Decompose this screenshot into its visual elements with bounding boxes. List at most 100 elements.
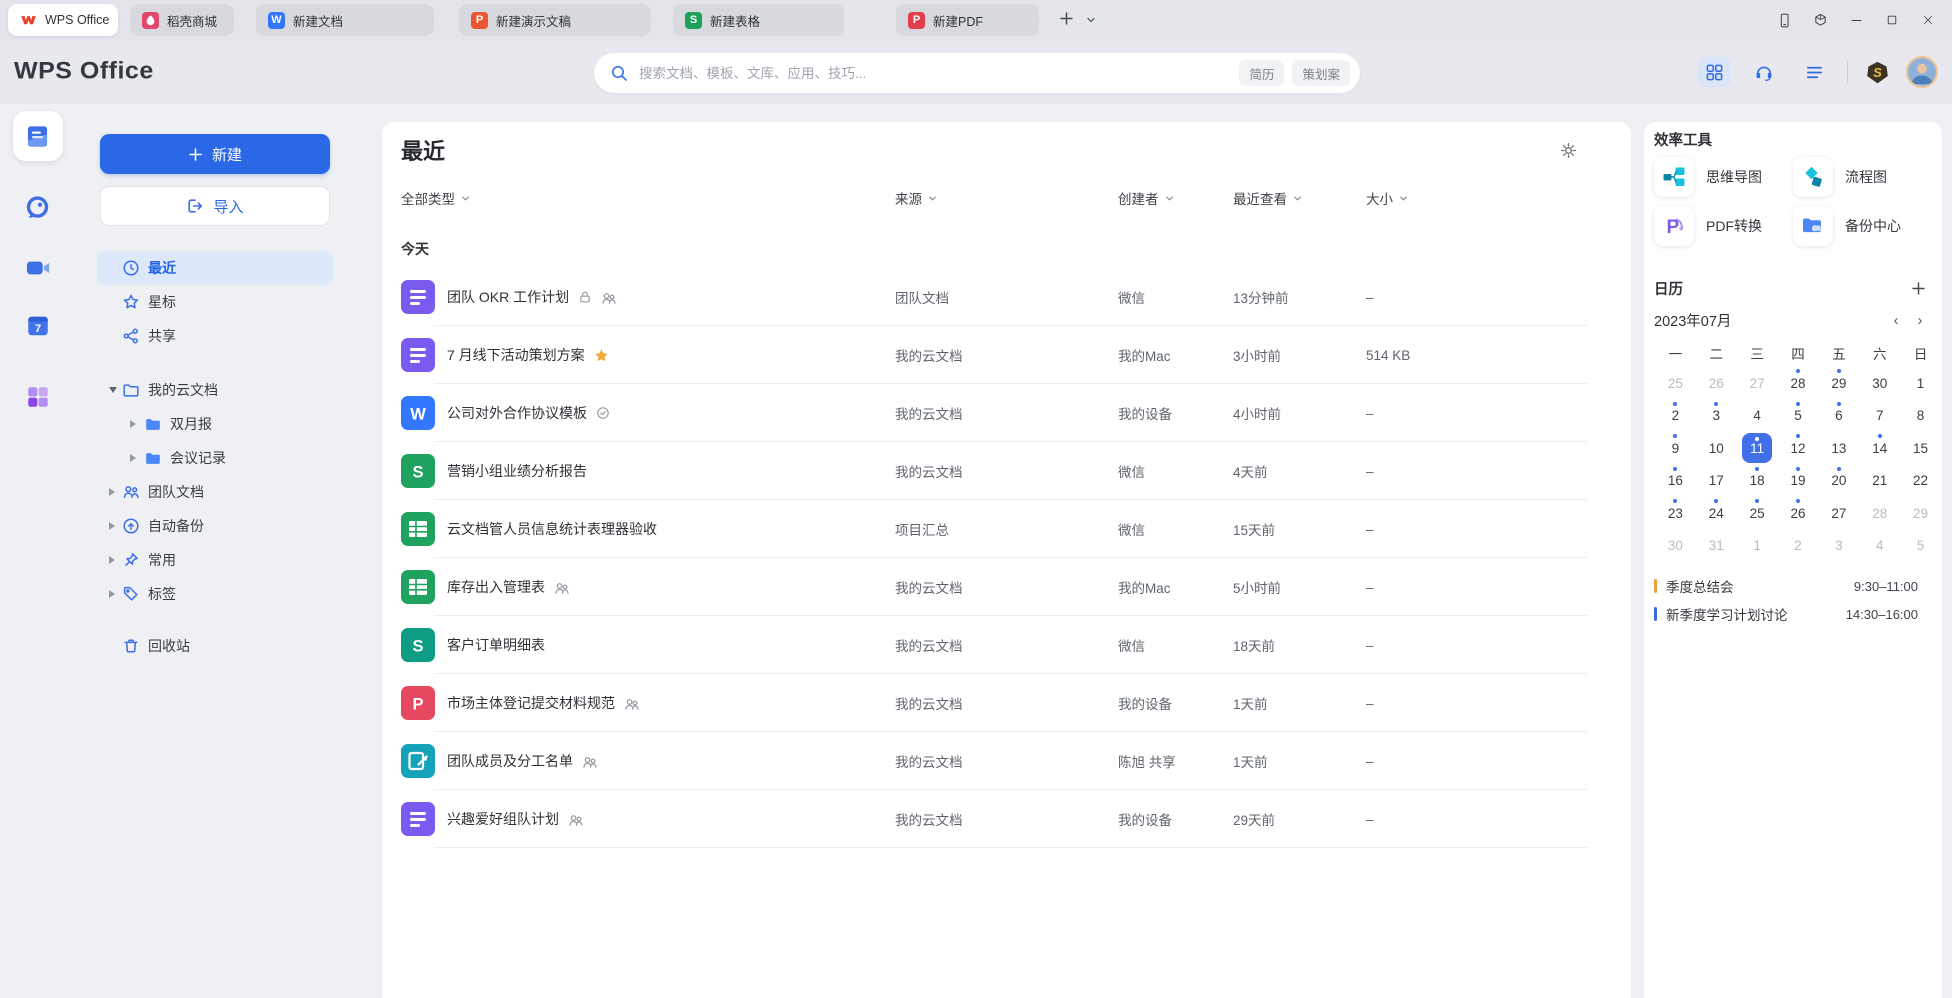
- calendar-day[interactable]: 18: [1737, 465, 1778, 498]
- calendar-day[interactable]: 30: [1655, 530, 1696, 563]
- tab-presentation[interactable]: P新建演示文稿: [459, 4, 651, 36]
- member-badge[interactable]: S: [1864, 59, 1890, 85]
- calendar-day[interactable]: 29: [1900, 497, 1941, 530]
- minimize-button[interactable]: [1838, 0, 1874, 40]
- sidebar-item[interactable]: 星标: [97, 285, 333, 319]
- rail-item-meeting[interactable]: [13, 243, 63, 293]
- file-row[interactable]: 云文档管人员信息统计表理器验收项目汇总微信15天前–: [382, 500, 1631, 558]
- support-headset-button[interactable]: [1747, 57, 1781, 87]
- search-input[interactable]: [637, 65, 1231, 82]
- search-bar[interactable]: 简历策划案: [594, 53, 1360, 93]
- sidebar-tree-item[interactable]: 标签: [97, 577, 333, 611]
- calendar-day[interactable]: 27: [1818, 497, 1859, 530]
- file-row[interactable]: 兴趣爱好组队计划我的云文档我的设备29天前–: [382, 790, 1631, 848]
- search-tag-chip[interactable]: 简历: [1239, 60, 1284, 86]
- rail-item-chat[interactable]: [13, 182, 63, 232]
- calendar-day[interactable]: 6: [1818, 400, 1859, 433]
- new-tab-button[interactable]: [1053, 7, 1079, 33]
- caret-right-icon[interactable]: [130, 420, 136, 428]
- caret-right-icon[interactable]: [109, 556, 115, 564]
- calendar-day[interactable]: 4: [1859, 530, 1900, 563]
- sidebar-tree-item[interactable]: 常用: [97, 543, 333, 577]
- calendar-day[interactable]: 30: [1859, 367, 1900, 400]
- file-row[interactable]: 7 月线下活动策划方案我的云文档我的Mac3小时前514 KB: [382, 326, 1631, 384]
- caret-right-icon[interactable]: [109, 488, 115, 496]
- calendar-day[interactable]: 22: [1900, 465, 1941, 498]
- rail-item-documents[interactable]: [13, 111, 63, 161]
- filter-dropdown[interactable]: 最近查看: [1233, 188, 1366, 208]
- calendar-day[interactable]: 31: [1696, 530, 1737, 563]
- caret-down-icon[interactable]: [109, 387, 117, 393]
- file-row[interactable]: P市场主体登记提交材料规范我的云文档我的设备1天前–: [382, 674, 1631, 732]
- calendar-day[interactable]: 2: [1778, 530, 1819, 563]
- sidebar-item-trash[interactable]: 回收站: [97, 629, 333, 663]
- calendar-day[interactable]: 3: [1818, 530, 1859, 563]
- sidebar-item[interactable]: 共享: [97, 319, 333, 353]
- sidebar-tree-item[interactable]: 双月报: [97, 407, 333, 441]
- tab-docer[interactable]: 稻壳商城: [130, 4, 234, 36]
- calendar-day[interactable]: 17: [1696, 465, 1737, 498]
- calendar-event[interactable]: 季度总结会9:30–11:00: [1654, 572, 1918, 600]
- file-row[interactable]: W公司对外合作协议模板我的云文档我的设备4小时前–: [382, 384, 1631, 442]
- file-row[interactable]: S营销小组业绩分析报告我的云文档微信4天前–: [382, 442, 1631, 500]
- calendar-day[interactable]: 19: [1778, 465, 1819, 498]
- file-row[interactable]: 库存出入管理表我的云文档我的Mac5小时前–: [382, 558, 1631, 616]
- calendar-day[interactable]: 21: [1859, 465, 1900, 498]
- sidebar-tree-item[interactable]: 自动备份: [97, 509, 333, 543]
- calendar-day[interactable]: 5: [1778, 400, 1819, 433]
- calendar-next-button[interactable]: ›: [1908, 309, 1932, 331]
- tool-pdf-convert[interactable]: PPDF转换: [1654, 206, 1793, 246]
- calendar-day[interactable]: 8: [1900, 400, 1941, 433]
- sidebar-item[interactable]: 最近: [97, 251, 333, 285]
- calendar-day[interactable]: 26: [1778, 497, 1819, 530]
- calendar-day[interactable]: 12: [1778, 432, 1819, 465]
- new-document-button[interactable]: 新建: [100, 134, 330, 174]
- calendar-day[interactable]: 10: [1696, 432, 1737, 465]
- calendar-day[interactable]: 25: [1737, 497, 1778, 530]
- calendar-day[interactable]: 28: [1859, 497, 1900, 530]
- calendar-prev-button[interactable]: ‹: [1884, 309, 1908, 331]
- caret-right-icon[interactable]: [109, 522, 115, 530]
- avatar[interactable]: [1906, 56, 1938, 88]
- calendar-day[interactable]: 1: [1737, 530, 1778, 563]
- filter-dropdown[interactable]: 全部类型: [401, 188, 895, 208]
- calendar-event[interactable]: 新季度学习计划讨论14:30–16:00: [1654, 600, 1918, 628]
- calendar-day[interactable]: 4: [1737, 400, 1778, 433]
- calendar-day-selected[interactable]: 11: [1737, 432, 1778, 465]
- calendar-day[interactable]: 5: [1900, 530, 1941, 563]
- sidebar-tree-item[interactable]: 团队文档: [97, 475, 333, 509]
- settings-button[interactable]: [1558, 140, 1579, 161]
- file-row[interactable]: 团队成员及分工名单我的云文档陈旭 共享1天前–: [382, 732, 1631, 790]
- filter-dropdown[interactable]: 大小: [1366, 188, 1611, 208]
- filter-dropdown[interactable]: 创建者: [1118, 188, 1233, 208]
- tab-writer[interactable]: W新建文档: [256, 4, 434, 36]
- tab-list-button[interactable]: [1081, 7, 1101, 33]
- filter-dropdown[interactable]: 来源: [895, 188, 1118, 208]
- import-button[interactable]: 导入: [100, 186, 330, 226]
- calendar-day[interactable]: 25: [1655, 367, 1696, 400]
- calendar-day[interactable]: 2: [1655, 400, 1696, 433]
- calendar-day[interactable]: 13: [1818, 432, 1859, 465]
- mobile-link-button[interactable]: [1766, 0, 1802, 40]
- apps-grid-button[interactable]: [1697, 57, 1731, 87]
- caret-right-icon[interactable]: [109, 590, 115, 598]
- add-event-button[interactable]: [1911, 281, 1926, 296]
- calendar-day[interactable]: 7: [1859, 400, 1900, 433]
- rail-item-calendar[interactable]: 7: [13, 301, 63, 351]
- tab-spreadsheet[interactable]: S新建表格: [673, 4, 844, 36]
- calendar-day[interactable]: 29: [1818, 367, 1859, 400]
- calendar-day[interactable]: 1: [1900, 367, 1941, 400]
- tab-wps-logo[interactable]: WPS Office: [8, 4, 118, 36]
- main-menu-button[interactable]: [1797, 57, 1831, 87]
- rail-item-apps[interactable]: [13, 372, 63, 422]
- tool-backup[interactable]: 备份中心: [1793, 206, 1932, 246]
- sidebar-tree-item[interactable]: 我的云文档: [97, 373, 333, 407]
- close-button[interactable]: [1910, 0, 1946, 40]
- search-tag-chip[interactable]: 策划案: [1292, 60, 1350, 86]
- file-row[interactable]: 团队 OKR 工作计划团队文档微信13分钟前–: [382, 268, 1631, 326]
- calendar-day[interactable]: 15: [1900, 432, 1941, 465]
- calendar-day[interactable]: 26: [1696, 367, 1737, 400]
- calendar-day[interactable]: 9: [1655, 432, 1696, 465]
- calendar-day[interactable]: 3: [1696, 400, 1737, 433]
- calendar-day[interactable]: 24: [1696, 497, 1737, 530]
